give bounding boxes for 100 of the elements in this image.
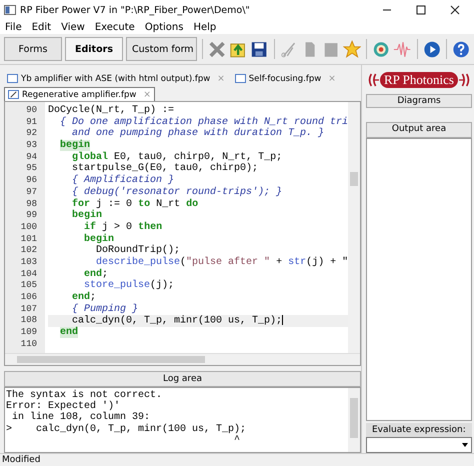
file-tab[interactable]: Self-focusing.fpw × (232, 74, 339, 84)
code-text: DoCycle(N_rt, T_p) := (48, 105, 174, 116)
code-text: DoRoundTrip(); (96, 245, 180, 256)
line-number: 101 (20, 234, 38, 246)
log-line: The syntax is not correct. (6, 390, 164, 401)
comment-text: { Amplification } (72, 175, 174, 186)
keyword-text: begin (60, 140, 90, 152)
function-name: describe_pulse (96, 256, 180, 268)
comment-text: { Pumping } (72, 304, 138, 315)
menu-item[interactable]: Edit (32, 22, 52, 32)
function-name: store_pulse (84, 280, 150, 292)
function-name: str (288, 256, 306, 268)
tab-label: Yb amplifier with ASE (with html output).fpw (21, 74, 210, 84)
comment-text: and one pumping phase with duration T_p. } (72, 128, 324, 140)
menu-item[interactable]: Execute (94, 22, 135, 32)
menu-item[interactable]: File (5, 22, 22, 32)
keyword-text: for (72, 198, 90, 210)
document-icon (234, 74, 246, 83)
window-title: RP Fiber Power V7 in "P:\RP_Fiber_Power\Demo\" (20, 4, 250, 16)
vertical-scrollbar[interactable] (348, 102, 360, 353)
keyword-text: begin (72, 210, 102, 222)
menu-item[interactable]: Help (193, 22, 216, 32)
line-number: 107 (20, 304, 38, 316)
line-number: 96 (25, 175, 38, 187)
code-text: j := 0 (96, 198, 134, 210)
edit-document-icon (8, 90, 19, 99)
diagrams-button[interactable]: Diagrams (366, 94, 472, 108)
mode-button[interactable]: Editors (65, 37, 123, 61)
file-tab[interactable]: Regenerative amplifier.fpw × (4, 86, 155, 102)
keyword-text: do (186, 198, 198, 210)
keyword-text: then (138, 222, 162, 233)
line-number: 97 (25, 186, 38, 198)
line-number: 98 (25, 198, 38, 210)
line-number: 99 (25, 210, 38, 222)
line-number: 106 (20, 292, 38, 304)
keyword-text: global (72, 152, 108, 163)
comment-text: { debug('resonator round-trips'); } (72, 186, 282, 198)
code-editor[interactable] (4, 101, 361, 366)
code-text: N_rt (156, 198, 182, 210)
code-text: (j); (150, 280, 174, 292)
mode-button[interactable]: Forms (4, 37, 62, 61)
code-text: j > 0 (102, 222, 134, 233)
keyword-text: to (138, 198, 150, 210)
close-icon[interactable] (450, 5, 460, 15)
app-icon (4, 5, 16, 15)
waveform-icon[interactable] (393, 40, 412, 58)
status-text: Modified (2, 455, 40, 465)
code-text: + (276, 256, 284, 268)
mode-button[interactable]: Custom form (126, 37, 197, 61)
code-text: ( (180, 256, 186, 268)
menu-item[interactable]: View (61, 22, 85, 32)
code-text: (j) + " (306, 256, 348, 268)
line-number: 91 (25, 116, 38, 128)
tab-label: Self-focusing.fpw (248, 74, 322, 84)
code-text: E0, tau0, chirp0, N_rt, T_p; (114, 152, 282, 163)
line-number: 104 (20, 268, 38, 280)
line-number: 108 (20, 315, 38, 328)
keyword-text: end (84, 268, 102, 280)
evaluate-label: Evaluate expression: (366, 423, 472, 437)
output-area-header: Output area (366, 122, 472, 138)
keyword-text: end (72, 292, 90, 303)
vertical-scrollbar[interactable] (348, 388, 360, 452)
line-number: 102 (20, 245, 38, 257)
log-line: Error: Expected ')' (6, 401, 120, 412)
line-number: 103 (20, 256, 38, 269)
code-text: startpulse_G(E0, tau0, chirp0); (72, 163, 258, 174)
star-icon[interactable] (343, 40, 362, 58)
target-icon[interactable] (372, 40, 390, 58)
maximize-icon[interactable] (416, 5, 426, 15)
line-number: 92 (25, 128, 38, 140)
line-number: 93 (25, 140, 38, 152)
keyword-text: if (84, 222, 96, 233)
tab-label: Regenerative amplifier.fpw (22, 90, 136, 100)
play-icon[interactable] (422, 40, 441, 58)
code-text: ; (102, 268, 108, 280)
expression-combo-box[interactable] (366, 437, 472, 453)
log-area-header: Log area (4, 371, 361, 387)
line-number: 90 (25, 105, 38, 117)
line-number: 105 (20, 280, 38, 292)
line-number: 109 (20, 327, 38, 339)
line-number: 95 (25, 163, 38, 176)
string-literal: "pulse after " (186, 256, 270, 268)
code-text: ; (90, 292, 96, 303)
file-tab[interactable]: Yb amplifier with ASE (with html output).fpw × (4, 74, 228, 84)
document-icon (7, 74, 18, 83)
help-icon[interactable] (452, 40, 470, 58)
menu-item[interactable]: Options (144, 22, 184, 32)
line-number: 94 (25, 152, 38, 164)
horizontal-scrollbar[interactable] (5, 353, 360, 365)
keyword-text: begin (84, 234, 114, 245)
delete-icon[interactable] (208, 40, 226, 58)
log-line: > calc_dyn(0, T_p, minr(100 us, T_p); (6, 424, 248, 435)
code-text: calc_dyn(0, T_p, minr(100 us, T_p); (72, 316, 282, 328)
log-line: in line 108, column 39: (11, 412, 152, 424)
log-line: ^ (233, 434, 242, 446)
keyword-text: end (60, 327, 78, 338)
logo: RP Photonics (366, 68, 472, 92)
line-number: 110 (20, 338, 38, 350)
comment-text: { Do one amplification phase with N_rt round tri (60, 116, 348, 128)
save-icon[interactable] (250, 40, 269, 58)
